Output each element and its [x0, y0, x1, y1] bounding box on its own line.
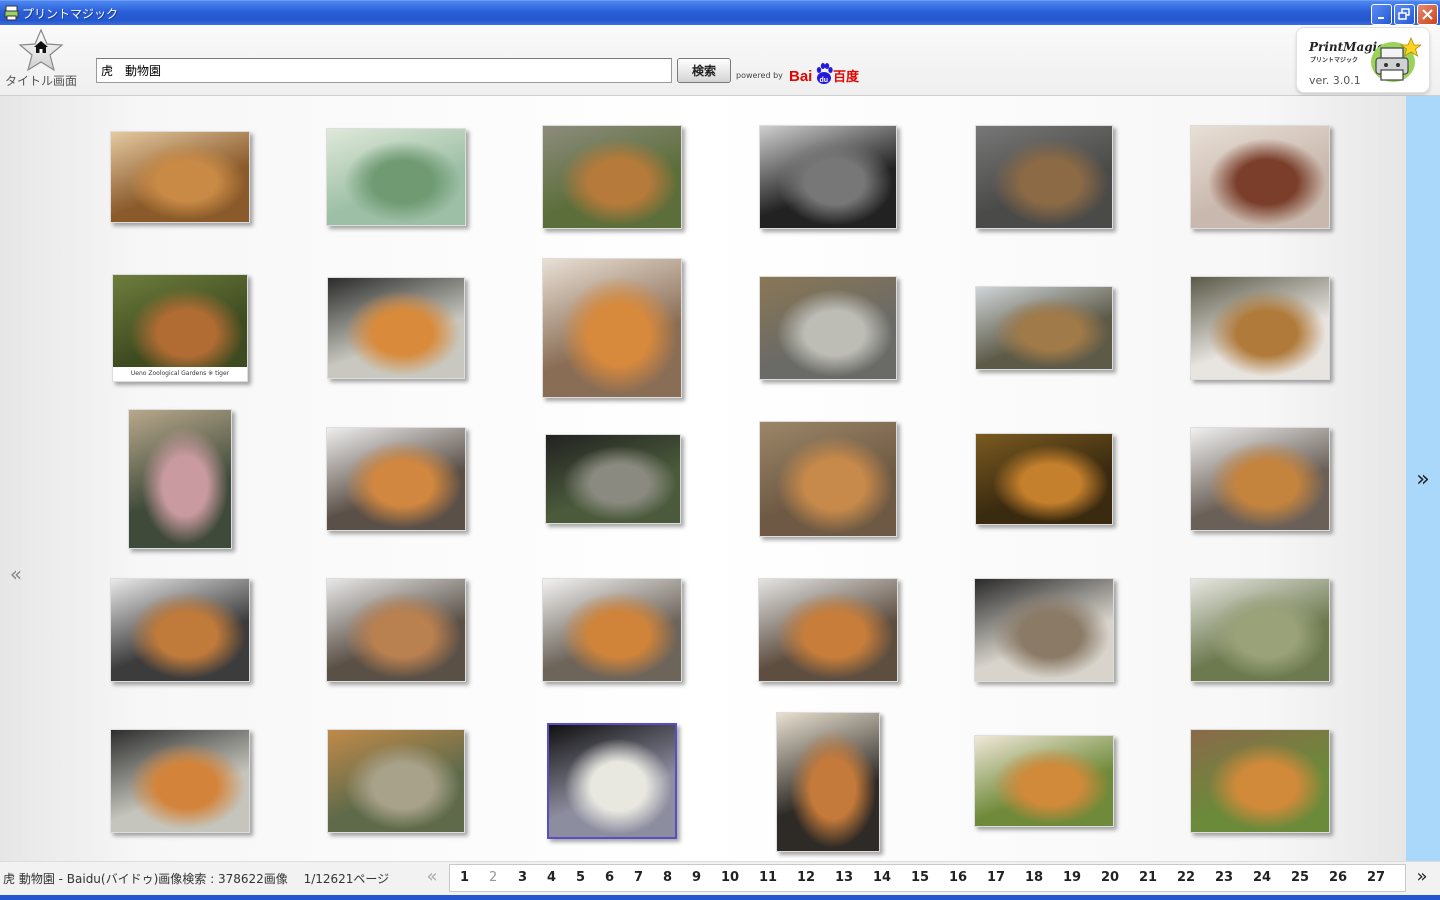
page-number-link[interactable]: 7 — [634, 870, 643, 885]
thumbnail-caption: Ueno Zoological Gardens ※ tiger — [113, 367, 247, 381]
image-thumbnail[interactable]: Ueno Zoological Gardens ※ tiger — [112, 274, 248, 382]
image-thumbnail[interactable] — [110, 131, 250, 223]
restore-button[interactable] — [1394, 4, 1415, 25]
image-thumbnail[interactable] — [758, 578, 898, 682]
page-number-link[interactable]: 18 — [1025, 870, 1043, 885]
page-number-link[interactable]: 16 — [949, 870, 967, 885]
page-number-link[interactable]: 1 — [460, 870, 469, 885]
page-number-link[interactable]: 21 — [1139, 870, 1157, 885]
page-number-link[interactable]: 5 — [576, 870, 585, 885]
home-button[interactable]: タイトル画面 — [4, 28, 78, 92]
image-thumbnail[interactable] — [759, 421, 897, 537]
page-number-link[interactable]: 10 — [721, 870, 739, 885]
page-number-link[interactable]: 8 — [663, 870, 672, 885]
image-thumbnail[interactable] — [974, 735, 1114, 827]
image-thumbnail[interactable] — [1190, 276, 1330, 380]
image-thumbnail[interactable] — [975, 286, 1113, 370]
restore-icon — [1398, 8, 1410, 20]
image-thumbnail[interactable] — [759, 125, 897, 229]
image-thumbnail[interactable] — [974, 578, 1114, 682]
minimize-icon — [1378, 17, 1384, 19]
image-thumbnail[interactable] — [1190, 578, 1330, 682]
image-thumbnail[interactable] — [110, 578, 250, 682]
window-title: プリントマジック — [22, 7, 119, 21]
image-thumbnail[interactable] — [128, 409, 232, 549]
page-number-link[interactable]: 23 — [1215, 870, 1233, 885]
svg-text:Bai: Bai — [789, 68, 812, 85]
image-thumbnail[interactable] — [1190, 427, 1330, 531]
page-number-link[interactable]: 13 — [835, 870, 853, 885]
search-input[interactable] — [96, 58, 672, 83]
brand-box: PrintMagic プリントマジック ver. 3.0.1 — [1296, 27, 1430, 93]
search-status: 虎 動物園 - Baidu(バイドゥ)画像検索 : 378622画像 1/126… — [3, 872, 390, 886]
baidu-logo: Bai du 百度 — [789, 63, 860, 85]
page-number-link[interactable]: 15 — [911, 870, 929, 885]
image-thumbnail[interactable] — [542, 578, 682, 682]
image-thumbnail[interactable] — [327, 277, 465, 379]
image-thumbnail[interactable] — [547, 723, 677, 839]
gallery-next-arrow[interactable]: » — [1406, 462, 1440, 498]
gallery-prev-arrow[interactable]: « — [4, 556, 28, 592]
image-thumbnail[interactable] — [975, 125, 1113, 229]
svg-text:百度: 百度 — [833, 69, 860, 85]
powered-by-label: powered by — [736, 71, 783, 80]
image-thumbnail[interactable] — [542, 125, 682, 229]
svg-text:du: du — [820, 77, 829, 84]
minimize-button[interactable] — [1371, 4, 1392, 25]
printer-app-icon — [4, 5, 19, 21]
image-thumbnail[interactable] — [1190, 125, 1330, 229]
page-number-link[interactable]: 12 — [797, 870, 815, 885]
image-thumbnail[interactable] — [776, 712, 880, 852]
image-gallery: « Ueno Zoological Gardens ※ tiger — [0, 96, 1406, 861]
image-thumbnail[interactable] — [542, 258, 682, 398]
page-number-link[interactable]: 26 — [1329, 870, 1347, 885]
right-nav-panel: » — [1406, 96, 1440, 861]
page-number-link[interactable]: 4 — [547, 870, 556, 885]
page-prev-arrow[interactable]: « — [421, 865, 443, 889]
image-thumbnail[interactable] — [326, 578, 466, 682]
page-number-link[interactable]: 20 — [1101, 870, 1119, 885]
page-number-link[interactable]: 14 — [873, 870, 891, 885]
page-number-link[interactable]: 6 — [605, 870, 614, 885]
window-bottom-border — [0, 895, 1440, 900]
image-thumbnail[interactable] — [975, 433, 1113, 525]
image-thumbnail[interactable] — [1190, 729, 1330, 833]
page-number-link[interactable]: 27 — [1367, 870, 1385, 885]
home-star-icon — [18, 28, 64, 72]
home-label: タイトル画面 — [4, 74, 77, 88]
image-thumbnail[interactable] — [110, 729, 250, 833]
page-next-arrow[interactable]: » — [1410, 865, 1434, 889]
search-button[interactable]: 検索 — [677, 58, 731, 83]
page-number-link[interactable]: 25 — [1291, 870, 1309, 885]
image-thumbnail[interactable] — [326, 427, 466, 531]
brand-sub: プリントマジック — [1310, 57, 1359, 64]
close-icon — [1422, 9, 1433, 20]
page-number-link[interactable]: 11 — [759, 870, 777, 885]
pagination: 1 2 3 4 5 6 7 8 9 10 11 12 13 14 15 16 17 18 19 20 21 22 23 24 2… — [449, 864, 1406, 892]
page-number-link[interactable]: 24 — [1253, 870, 1271, 885]
image-thumbnail[interactable] — [327, 729, 465, 833]
page-number-link[interactable]: 17 — [987, 870, 1005, 885]
version-label: ver. 3.0.1 — [1309, 74, 1361, 87]
image-thumbnail[interactable] — [545, 434, 681, 524]
page-number-link[interactable]: 3 — [518, 870, 527, 885]
toolbar: タイトル画面 検索 powered by Bai du 百度 PrintMagi… — [0, 25, 1440, 96]
printer-mascot-icon — [1371, 36, 1421, 82]
page-number-link[interactable]: 19 — [1063, 870, 1081, 885]
page-number-link[interactable]: 22 — [1177, 870, 1195, 885]
image-thumbnail[interactable] — [759, 276, 897, 380]
window-titlebar: プリントマジック — [0, 0, 1440, 25]
page-number-link[interactable]: 9 — [692, 870, 701, 885]
page-number-link[interactable]: 2 — [489, 870, 497, 885]
image-thumbnail[interactable] — [326, 128, 466, 226]
close-button[interactable] — [1417, 4, 1438, 25]
